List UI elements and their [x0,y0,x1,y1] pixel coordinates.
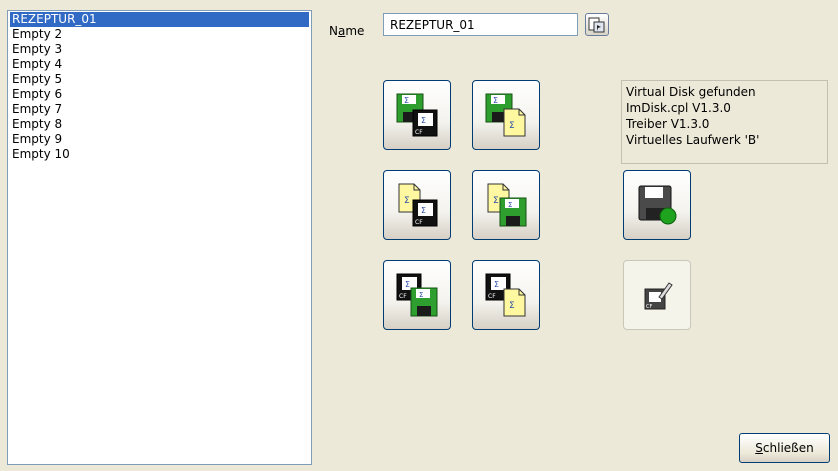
list-item[interactable]: Empty 6 [10,87,309,102]
svg-text:Σ: Σ [494,280,499,289]
cf-to-file-button[interactable]: Σ CF Σ [472,260,540,330]
list-item[interactable]: Empty 7 [10,102,309,117]
list-item[interactable]: Empty 10 [10,147,309,162]
svg-text:Σ: Σ [421,116,426,125]
status-line: Virtual Disk gefunden [626,85,756,99]
browse-button[interactable] [585,13,609,36]
svg-text:Σ: Σ [493,196,499,206]
list-item[interactable]: Empty 3 [10,42,309,57]
list-item[interactable]: Empty 9 [10,132,309,147]
status-line: Treiber V1.3.0 [626,117,710,131]
mount-disk-button[interactable] [623,170,691,240]
svg-text:Σ: Σ [419,291,423,299]
file-to-floppy-icon: Σ Σ [487,183,527,227]
svg-text:Σ: Σ [508,201,512,209]
status-line: Virtuelles Laufwerk 'B' [626,133,760,147]
svg-text:Σ: Σ [404,196,410,206]
cf-card-edit-icon: CF [644,282,673,310]
name-field[interactable] [383,13,578,36]
floppy-to-file-icon: Σ Σ [485,93,526,137]
floppy-to-cf-card-icon: Σ Σ CF [396,93,438,137]
svg-text:CF: CF [488,293,496,300]
browse-folder-icon [588,17,605,32]
recipe-list[interactable]: REZEPTUR_01 Empty 2 Empty 3 Empty 4 Empt… [7,10,312,465]
svg-text:Σ: Σ [509,301,515,311]
cf-card-to-file-icon: Σ CF Σ [485,273,526,317]
list-item[interactable]: Empty 8 [10,117,309,132]
svg-text:Σ: Σ [509,121,515,131]
svg-text:CF: CF [646,304,652,310]
svg-text:CF: CF [415,129,423,136]
list-item[interactable]: Empty 4 [10,57,309,72]
edit-cf-button[interactable]: CF [623,260,691,330]
file-to-floppy-button[interactable]: Σ Σ [472,170,540,240]
list-item[interactable]: Empty 5 [10,72,309,87]
status-line: ImDisk.cpl V1.3.0 [626,101,731,115]
svg-text:CF: CF [399,293,407,300]
name-label: Name [329,24,365,38]
floppy-to-file-button[interactable]: Σ Σ [472,80,540,150]
file-to-cf-button[interactable]: Σ Σ CF [383,170,451,240]
floppy-to-cf-button[interactable]: Σ Σ CF [383,80,451,150]
svg-text:Σ: Σ [493,96,498,105]
svg-text:Σ: Σ [405,280,410,289]
svg-text:CF: CF [415,219,423,226]
file-to-cf-card-icon: Σ Σ CF [398,183,438,227]
list-item[interactable]: REZEPTUR_01 [10,12,309,27]
cf-to-floppy-button[interactable]: Σ CF Σ [383,260,451,330]
svg-text:Σ: Σ [421,206,426,215]
close-button[interactable]: Schließen [739,433,830,463]
status-panel: Virtual Disk gefunden ImDisk.cpl V1.3.0 … [621,80,828,164]
svg-text:Σ: Σ [404,96,409,105]
floppy-mount-icon [638,185,677,225]
cf-card-to-floppy-icon: Σ CF Σ [396,273,438,317]
list-item[interactable]: Empty 2 [10,27,309,42]
